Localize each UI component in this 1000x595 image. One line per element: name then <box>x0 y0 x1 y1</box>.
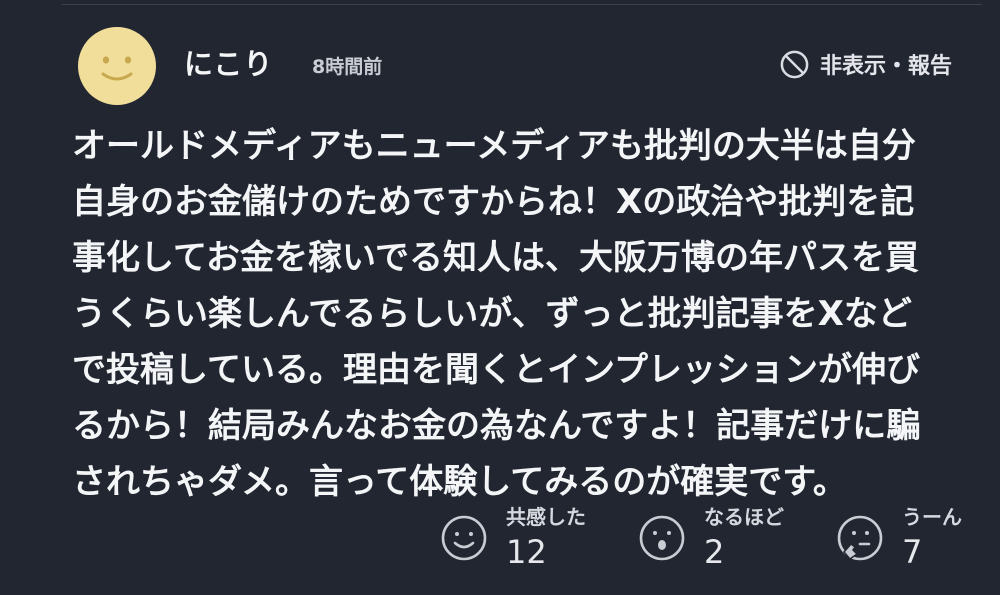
thinking-face-icon <box>837 515 883 561</box>
comment-line: 自身のお金儲けのためですからね！Xの政治や批判を記 <box>72 182 915 222</box>
hide-report-label: 非表示・報告 <box>819 54 952 79</box>
reaction-agree-button[interactable]: なるほど 2 <box>638 502 818 572</box>
comment-body: オールドメディアもニューメディアも批判の大半は自分 自身のお金儲けのためですから… <box>72 118 962 510</box>
reaction-empathy-count: 12 <box>506 533 547 571</box>
surprised-face-icon <box>639 515 685 561</box>
comment-line: で投稿している。理由を聞くとインプレッションが伸び <box>72 350 920 390</box>
smile-face-icon <box>441 515 487 561</box>
reaction-agree-count: 2 <box>704 533 725 571</box>
comment-line: 事化してお金を稼いでる知人は、大阪万博の年パスを買 <box>72 238 919 278</box>
prohibited-icon <box>780 50 809 78</box>
reaction-empathy-button[interactable]: 共感した 12 <box>440 502 620 572</box>
hide-report-button[interactable]: 非表示・報告 <box>779 46 952 82</box>
reaction-empathy-label: 共感した <box>506 505 586 529</box>
user-avatar[interactable] <box>78 27 156 105</box>
reaction-hmm-label: うーん <box>902 505 962 529</box>
reaction-agree-label: なるほど <box>704 505 784 529</box>
post-time: 8時間前 <box>312 56 383 78</box>
user-name[interactable]: にこり <box>184 46 273 82</box>
comment-line: うくらい楽しんでるらしいが、ずっと批判記事をXなど <box>72 294 912 334</box>
reaction-hmm-count: 7 <box>902 533 923 571</box>
comment-line: るから！結局みんなお金の為なんですよ！記事だけに騙 <box>72 406 921 446</box>
reaction-hmm-button[interactable]: うーん 7 <box>836 502 996 572</box>
comment-line: オールドメディアもニューメディアも批判の大半は自分 <box>72 126 916 166</box>
top-divider <box>62 4 982 5</box>
